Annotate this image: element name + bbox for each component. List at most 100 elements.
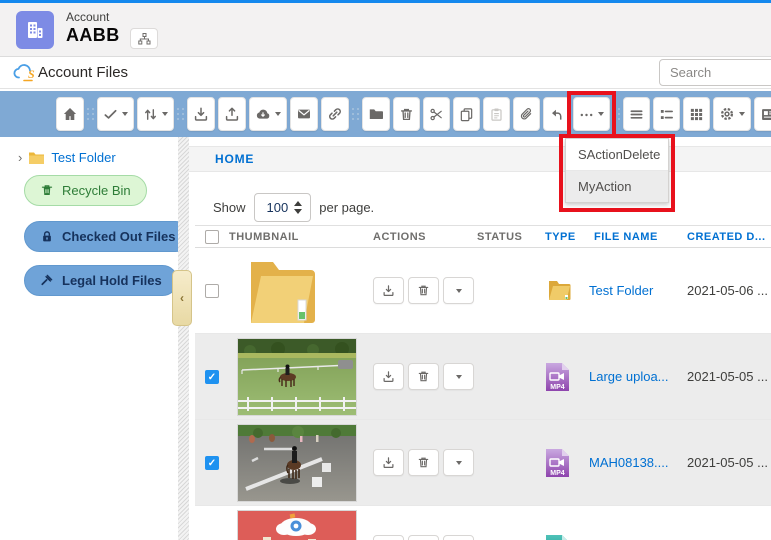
more-actions-wrap: SActionDelete MyAction: [573, 97, 610, 131]
copy-button[interactable]: [453, 97, 480, 131]
card-view-button[interactable]: [754, 97, 771, 131]
col-file-name[interactable]: FILE NAME: [594, 231, 687, 243]
upload-button[interactable]: [218, 97, 246, 131]
file-name-link[interactable]: MAH08138....: [589, 455, 687, 470]
thumbnail-horse-field-video[interactable]: [237, 338, 357, 416]
col-created-date[interactable]: CREATED D...: [687, 231, 771, 243]
file-list-panel: HOME Show 100 per page. THUMBNAIL ACTION…: [189, 137, 771, 540]
col-actions: ACTIONS: [373, 231, 477, 243]
sidebar-collapse-handle[interactable]: ‹: [172, 270, 192, 326]
paste-icon: [489, 107, 504, 122]
col-type[interactable]: TYPE: [545, 231, 589, 243]
email-icon: [296, 106, 312, 122]
row-actions: [373, 449, 477, 476]
files-cloud-logo-icon: S: [12, 62, 38, 87]
new-folder-button[interactable]: [362, 97, 390, 131]
folder-sidebar: › Test Folder Recycle Bin Checked Out Fi…: [0, 137, 178, 540]
more-actions-button[interactable]: [573, 97, 610, 131]
row-download-button[interactable]: [373, 277, 404, 304]
row-more-button[interactable]: [443, 449, 474, 476]
gavel-icon: [40, 273, 54, 288]
attach-button[interactable]: [513, 97, 540, 131]
cloud-download-button[interactable]: [249, 97, 287, 131]
row-checkbox[interactable]: [205, 370, 219, 384]
step-down-icon[interactable]: [294, 209, 302, 214]
breadcrumb-home[interactable]: HOME: [215, 152, 254, 166]
download-button[interactable]: [187, 97, 215, 131]
row-more-button[interactable]: [443, 363, 474, 390]
svg-text:MP4: MP4: [550, 470, 565, 477]
list-view-button[interactable]: [623, 97, 650, 131]
cut-button[interactable]: [423, 97, 450, 131]
move-button[interactable]: [543, 97, 570, 131]
sidebar-folder-label[interactable]: Test Folder: [51, 150, 115, 165]
thumbnail-folder[interactable]: [237, 254, 323, 328]
email-button[interactable]: [290, 97, 318, 131]
recycle-bin-button[interactable]: Recycle Bin: [24, 175, 147, 206]
move-arrow-icon: [549, 107, 564, 122]
toolbar-separator: [87, 105, 94, 123]
delete-button[interactable]: [393, 97, 420, 131]
type-jpg-icon: JPG: [545, 534, 570, 540]
row-more-button[interactable]: [443, 535, 474, 540]
step-up-icon[interactable]: [294, 201, 302, 206]
created-date: 2021-05-05 ...: [687, 455, 771, 470]
detail-view-button[interactable]: [653, 97, 680, 131]
home-button[interactable]: [56, 97, 84, 131]
row-more-button[interactable]: [443, 277, 474, 304]
row-delete-button[interactable]: [408, 535, 439, 540]
grid-view-button[interactable]: [683, 97, 710, 131]
chevron-down-icon: [456, 461, 462, 465]
checked-out-files-button[interactable]: Checked Out Files: [24, 221, 191, 252]
upload-icon: [224, 106, 240, 122]
file-name-link[interactable]: Large uploa...: [589, 369, 687, 384]
row-delete-button[interactable]: [408, 277, 439, 304]
svg-text:MP4: MP4: [550, 384, 565, 391]
sidebar-item-test-folder[interactable]: › Test Folder: [18, 150, 116, 165]
settings-button[interactable]: [713, 97, 751, 131]
thumbnail-horse-arena-video[interactable]: [237, 424, 357, 502]
chevron-down-icon: [162, 112, 168, 116]
select-all-button[interactable]: [97, 97, 134, 131]
download-icon: [382, 284, 395, 297]
thumbnail-employee-illustration[interactable]: [237, 510, 357, 540]
gear-icon: [719, 106, 735, 122]
page-size-stepper[interactable]: 100: [254, 193, 312, 222]
type-mp4-icon: MP4: [545, 448, 570, 478]
stepper-arrows[interactable]: [294, 201, 310, 214]
page-size-value: 100: [255, 200, 295, 215]
row-download-button[interactable]: [373, 535, 404, 540]
file-name-link[interactable]: Test Folder: [589, 283, 687, 298]
home-icon: [62, 106, 78, 122]
trash-icon: [417, 284, 430, 297]
row-download-button[interactable]: [373, 449, 404, 476]
scissors-icon: [429, 107, 444, 122]
row-delete-button[interactable]: [408, 363, 439, 390]
row-checkbox[interactable]: [205, 284, 219, 298]
sidebar-splitter[interactable]: [178, 137, 189, 540]
toolbar-separator: [613, 105, 620, 123]
account-files-page: Account AABB S Account Files: [0, 0, 771, 540]
check-icon: [103, 107, 118, 122]
hierarchy-icon: [138, 33, 151, 45]
sort-icon: [143, 107, 158, 122]
legal-hold-files-label: Legal Hold Files: [62, 273, 162, 288]
legal-hold-files-button[interactable]: Legal Hold Files: [24, 265, 178, 296]
paste-button[interactable]: [483, 97, 510, 131]
menu-item-sactiondelete[interactable]: SActionDelete: [566, 139, 668, 171]
row-actions: [373, 363, 477, 390]
select-all-checkbox[interactable]: [205, 230, 219, 244]
row-actions: [373, 277, 477, 304]
view-hierarchy-button[interactable]: [130, 28, 158, 49]
row-checkbox[interactable]: [205, 456, 219, 470]
row-download-button[interactable]: [373, 363, 404, 390]
sort-button[interactable]: [137, 97, 174, 131]
ellipsis-icon: [579, 107, 594, 122]
chevron-right-icon[interactable]: ›: [18, 150, 22, 165]
link-button[interactable]: [321, 97, 349, 131]
col-thumbnail: THUMBNAIL: [229, 231, 351, 243]
search-input[interactable]: [659, 59, 771, 86]
menu-item-myaction[interactable]: MyAction: [566, 171, 668, 202]
recycle-bin-label: Recycle Bin: [62, 183, 131, 198]
row-delete-button[interactable]: [408, 449, 439, 476]
